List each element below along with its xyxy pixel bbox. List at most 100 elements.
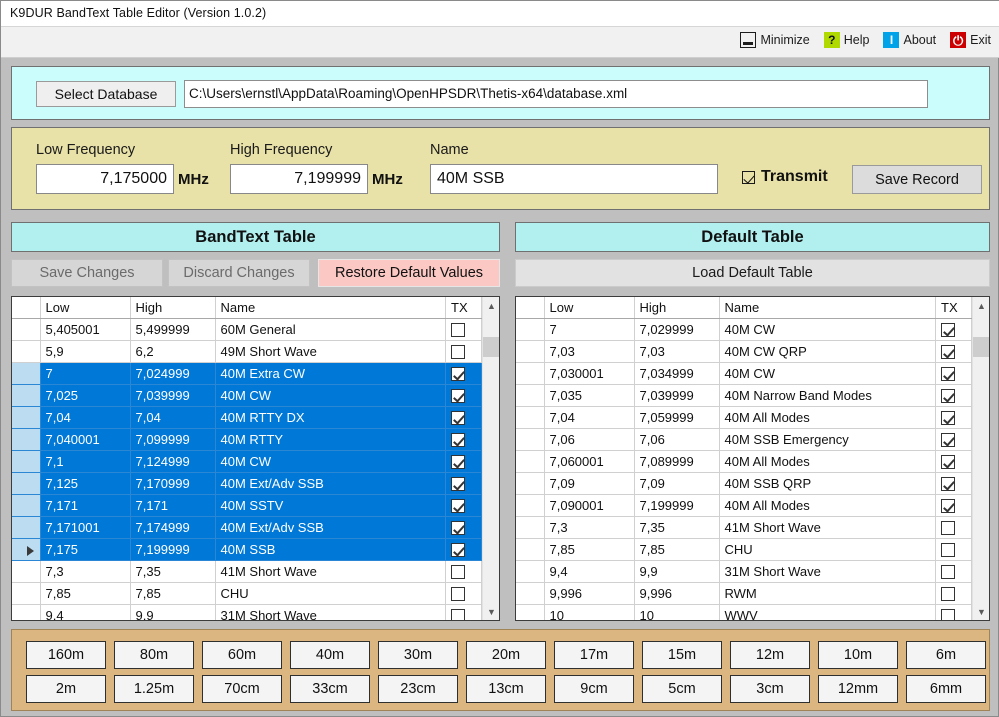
bandtext-table-grid[interactable]: Low High Name TX 5,4050015,49999960M Gen… (11, 296, 500, 621)
col-header-low[interactable]: Low (40, 297, 130, 318)
cell-tx[interactable] (446, 516, 482, 538)
cell-name[interactable]: CHU (215, 582, 446, 604)
cell-high[interactable]: 7,024999 (130, 362, 215, 384)
col-header-high[interactable]: High (634, 297, 719, 318)
cell-tx[interactable] (936, 428, 972, 450)
row-selector-cell[interactable] (516, 538, 544, 560)
cell-name[interactable]: WWV (719, 604, 936, 620)
cell-name[interactable]: 40M SSB Emergency (719, 428, 936, 450)
row-selector-cell[interactable] (12, 560, 40, 582)
band-button-6m[interactable]: 6m (906, 641, 986, 669)
cell-tx[interactable] (936, 450, 972, 472)
tx-checkbox[interactable] (451, 565, 465, 579)
discard-changes-button[interactable]: Discard Changes (168, 259, 310, 287)
tx-checkbox[interactable] (941, 411, 955, 425)
cell-high[interactable]: 5,499999 (130, 318, 215, 340)
row-selector-cell[interactable] (516, 406, 544, 428)
row-selector-cell[interactable] (12, 362, 40, 384)
cell-low[interactable]: 7,025 (40, 384, 130, 406)
tx-checkbox[interactable] (451, 477, 465, 491)
cell-low[interactable]: 7,035 (544, 384, 634, 406)
cell-name[interactable]: 40M Ext/Adv SSB (215, 516, 446, 538)
tx-checkbox[interactable] (941, 499, 955, 513)
cell-tx[interactable] (446, 450, 482, 472)
cell-high[interactable]: 9,9 (130, 604, 215, 620)
tx-checkbox[interactable] (451, 543, 465, 557)
row-selector-cell[interactable] (12, 406, 40, 428)
default-grid-scrollbar[interactable]: ▲ ▼ (972, 297, 989, 620)
band-button-9cm[interactable]: 9cm (554, 675, 634, 703)
default-table-grid[interactable]: Low High Name TX 77,02999940M CW7,037,03… (515, 296, 990, 621)
cell-high[interactable]: 7,85 (634, 538, 719, 560)
row-selector-cell[interactable] (12, 582, 40, 604)
cell-low[interactable]: 9,4 (544, 560, 634, 582)
cell-tx[interactable] (936, 340, 972, 362)
cell-tx[interactable] (446, 494, 482, 516)
cell-tx[interactable] (936, 604, 972, 620)
col-header-selector[interactable] (516, 297, 544, 318)
cell-low[interactable]: 7 (544, 318, 634, 340)
band-button-20m[interactable]: 20m (466, 641, 546, 669)
cell-name[interactable]: 60M General (215, 318, 446, 340)
transmit-checkbox[interactable] (742, 171, 755, 184)
cell-tx[interactable] (936, 538, 972, 560)
table-row[interactable]: 7,857,85CHU (516, 538, 972, 560)
cell-high[interactable]: 7,039999 (634, 384, 719, 406)
tx-checkbox[interactable] (941, 521, 955, 535)
cell-high[interactable]: 9,9 (634, 560, 719, 582)
row-selector-cell[interactable] (516, 318, 544, 340)
cell-name[interactable]: 40M SSTV (215, 494, 446, 516)
cell-name[interactable]: 40M RTTY DX (215, 406, 446, 428)
tx-checkbox[interactable] (941, 455, 955, 469)
cell-tx[interactable] (446, 538, 482, 560)
cell-low[interactable]: 9,4 (40, 604, 130, 620)
band-button-10m[interactable]: 10m (818, 641, 898, 669)
band-button-3cm[interactable]: 3cm (730, 675, 810, 703)
cell-name[interactable]: 49M Short Wave (215, 340, 446, 362)
cell-low[interactable]: 7,125 (40, 472, 130, 494)
cell-high[interactable]: 7,06 (634, 428, 719, 450)
bandtext-grid-scrollbar[interactable]: ▲ ▼ (482, 297, 499, 620)
cell-low[interactable]: 7 (40, 362, 130, 384)
band-button-17m[interactable]: 17m (554, 641, 634, 669)
row-selector-cell[interactable] (12, 340, 40, 362)
table-row[interactable]: 77,02499940M Extra CW (12, 362, 482, 384)
col-header-name[interactable]: Name (215, 297, 446, 318)
band-button-80m[interactable]: 80m (114, 641, 194, 669)
row-selector-cell[interactable] (516, 362, 544, 384)
col-header-high[interactable]: High (130, 297, 215, 318)
band-button-6mm[interactable]: 6mm (906, 675, 986, 703)
cell-high[interactable]: 7,199999 (634, 494, 719, 516)
cell-tx[interactable] (446, 384, 482, 406)
cell-high[interactable]: 7,059999 (634, 406, 719, 428)
cell-high[interactable]: 7,099999 (130, 428, 215, 450)
cell-name[interactable]: 31M Short Wave (215, 604, 446, 620)
table-row[interactable]: 7,067,0640M SSB Emergency (516, 428, 972, 450)
cell-tx[interactable] (936, 362, 972, 384)
cell-high[interactable]: 6,2 (130, 340, 215, 362)
table-row[interactable]: 9,9969,996RWM (516, 582, 972, 604)
tx-checkbox[interactable] (451, 609, 465, 620)
cell-high[interactable]: 9,996 (634, 582, 719, 604)
table-row[interactable]: 7,0600017,08999940M All Modes (516, 450, 972, 472)
band-button-23cm[interactable]: 23cm (378, 675, 458, 703)
row-selector-cell[interactable] (516, 494, 544, 516)
cell-low[interactable]: 7,171001 (40, 516, 130, 538)
cell-low[interactable]: 7,03 (544, 340, 634, 362)
cell-low[interactable]: 7,1 (40, 450, 130, 472)
cell-tx[interactable] (446, 604, 482, 620)
cell-tx[interactable] (936, 406, 972, 428)
exit-button[interactable]: ⏻ Exit (949, 31, 992, 49)
scroll-down-icon[interactable]: ▼ (973, 603, 990, 620)
table-row[interactable]: 7,37,3541M Short Wave (12, 560, 482, 582)
cell-high[interactable]: 7,174999 (130, 516, 215, 538)
cell-name[interactable]: 40M CW (719, 318, 936, 340)
tx-checkbox[interactable] (451, 411, 465, 425)
band-button-40m[interactable]: 40m (290, 641, 370, 669)
band-button-60m[interactable]: 60m (202, 641, 282, 669)
cell-name[interactable]: 40M SSB (215, 538, 446, 560)
cell-high[interactable]: 7,199999 (130, 538, 215, 560)
cell-low[interactable]: 7,030001 (544, 362, 634, 384)
cell-name[interactable]: 40M Extra CW (215, 362, 446, 384)
cell-low[interactable]: 7,04 (544, 406, 634, 428)
